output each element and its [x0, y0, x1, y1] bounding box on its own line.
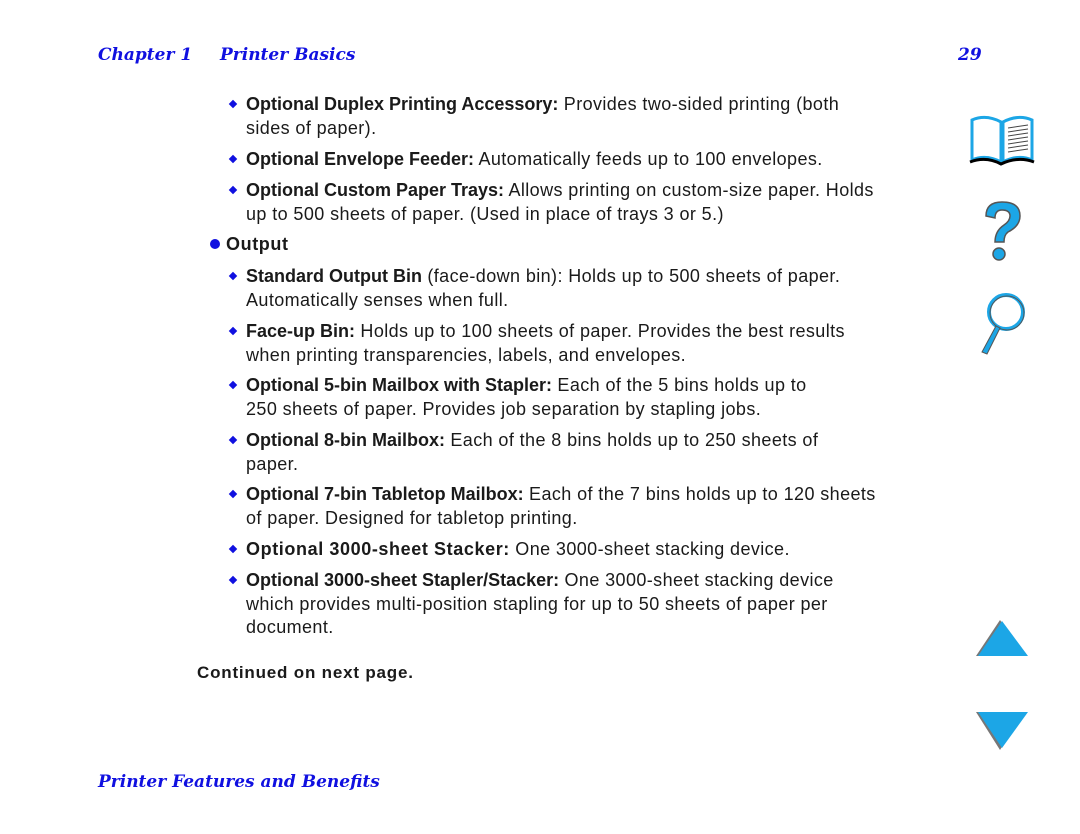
item-text: (face-down bin): Holds up to 500 sheets …: [421, 266, 841, 286]
list-item: Optional 5-bin Mailbox with Stapler: Eac…: [228, 374, 807, 421]
list-item: Optional Duplex Printing Accessory: Prov…: [228, 93, 840, 140]
next-page-icon[interactable]: [974, 710, 1030, 752]
output-section-heading: Output: [210, 234, 289, 255]
item-title: Optional 3000-sheet Stapler/Stacker:: [246, 570, 560, 590]
item-title: Optional 8-bin Mailbox:: [246, 430, 445, 450]
item-text: Provides two-sided printing (both: [558, 94, 840, 114]
list-item: Optional 3000-sheet Stapler/Stacker: One…: [228, 569, 834, 640]
list-item: Optional 3000-sheet Stacker: One 3000-sh…: [228, 538, 790, 562]
item-text: of paper. Designed for tabletop printing…: [246, 507, 578, 528]
item-title: Standard Output Bin: [246, 266, 422, 286]
item-text: up to 500 sheets of paper. (Used in plac…: [246, 203, 724, 224]
round-bullet-icon: [210, 239, 220, 249]
item-text: paper.: [246, 453, 299, 474]
item-text: 250 sheets of paper. Provides job separa…: [246, 398, 762, 419]
item-text: Each of the 7 bins holds up to 120 sheet…: [523, 484, 876, 504]
item-text: One 3000-sheet stacking device: [559, 570, 834, 590]
item-title: Optional Custom Paper Trays:: [246, 180, 505, 200]
item-title: Optional Envelope Feeder:: [246, 149, 475, 169]
list-item: Standard Output Bin (face-down bin): Hol…: [228, 265, 841, 312]
item-text: when printing transparencies, labels, an…: [246, 344, 687, 365]
list-item: Optional Custom Paper Trays: Allows prin…: [228, 179, 874, 226]
list-item: Face-up Bin: Holds up to 100 sheets of p…: [228, 320, 845, 367]
page-number: 29: [958, 45, 982, 65]
item-text: which provides multi-position stapling f…: [246, 593, 828, 614]
item-text: One 3000-sheet stacking device.: [509, 539, 790, 559]
previous-page-icon[interactable]: [974, 618, 1030, 658]
search-icon[interactable]: [976, 290, 1028, 356]
item-text: Automatically senses when full.: [246, 289, 509, 310]
footer-section-title[interactable]: Printer Features and Benefits: [98, 772, 380, 792]
item-title: Optional Duplex Printing Accessory:: [246, 94, 559, 114]
item-text: document.: [246, 617, 334, 637]
item-text: Each of the 5 bins holds up to: [552, 375, 807, 395]
help-icon[interactable]: [978, 198, 1026, 264]
item-title: Face-up Bin:: [246, 321, 356, 341]
chapter-title: Printer Basics: [220, 45, 356, 65]
item-text: Each of the 8 bins holds up to 250 sheet…: [445, 430, 819, 450]
list-item: Optional 7-bin Tabletop Mailbox: Each of…: [228, 483, 876, 530]
book-icon[interactable]: [968, 114, 1036, 166]
item-text: Allows printing on custom-size paper. Ho…: [504, 180, 874, 200]
chapter-label: Chapter 1: [98, 45, 193, 65]
list-item: Optional 8-bin Mailbox: Each of the 8 bi…: [228, 429, 819, 476]
item-title: Optional 3000-sheet Stacker:: [246, 539, 510, 559]
continued-note: Continued on next page.: [197, 663, 414, 682]
item-text: Holds up to 100 sheets of paper. Provide…: [355, 321, 845, 341]
item-text: Automatically feeds up to 100 envelopes.: [474, 149, 823, 169]
item-text: sides of paper).: [246, 117, 377, 138]
list-item: Optional Envelope Feeder: Automatically …: [228, 148, 823, 172]
item-title: Optional 5-bin Mailbox with Stapler:: [246, 375, 553, 395]
section-label: Output: [226, 234, 289, 254]
item-title: Optional 7-bin Tabletop Mailbox:: [246, 484, 524, 504]
